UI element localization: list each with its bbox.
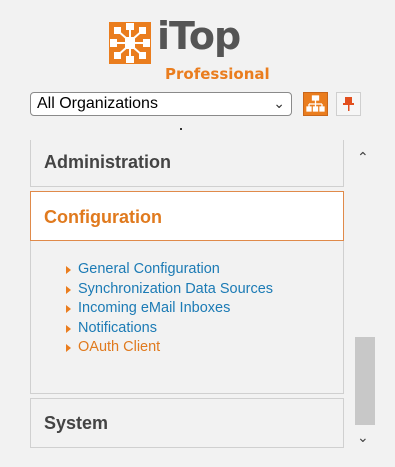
menu-item-synchronization-data-sources[interactable]: Synchronization Data Sources [66,280,274,301]
logo-edition: Professional [165,65,270,83]
pin-icon [343,97,354,111]
menu-item-incoming-email-inboxes[interactable]: Incoming eMail Inboxes [66,300,273,320]
itop-logo-icon [109,22,151,64]
scrollbar-thumb[interactable] [355,337,375,425]
menu-item-label: Synchronization Data Sources [78,280,274,297]
triangle-right-icon [66,324,71,333]
menu-item-oauth-client[interactable]: OAuth Client [66,339,273,359]
menu-group-administration[interactable]: Administration [30,140,344,187]
triangle-right-icon [66,305,71,313]
triangle-right-icon [66,285,71,294]
menu-item-notifications[interactable]: Notifications [66,319,273,340]
menu-item-label: OAuth Client [78,339,161,355]
menu-scrollbar[interactable]: ⌃ ⌄ [354,145,376,450]
separator-dot [180,128,182,130]
menu-item-general-configuration[interactable]: General Configuration [66,261,273,281]
logo-brand: iTop [157,14,241,58]
menu-group-label: Configuration [44,207,162,227]
navigation-menu: Administration Configuration General Con… [30,140,344,455]
pin-menu-button[interactable] [336,92,361,116]
org-chart-button[interactable] [303,92,328,116]
itop-logo: iTop Professional [109,14,270,88]
menu-group-label: System [44,413,109,433]
organization-select[interactable]: All Organizations ⌄ [30,92,292,116]
organization-select-value: All Organizations [37,95,158,112]
menu-item-label: General Configuration [78,261,220,277]
scroll-up-icon[interactable]: ⌃ [357,149,369,166]
configuration-items-panel: General Configuration Synchronization Da… [30,241,344,394]
menu-group-label: Administration [44,152,172,172]
triangle-right-icon [66,266,71,274]
configuration-item-list: General Configuration Synchronization Da… [66,261,274,359]
menu-group-configuration[interactable]: Configuration [30,191,344,241]
triangle-right-icon [66,344,71,352]
menu-item-label: Notifications [78,319,157,336]
menu-item-label: Incoming eMail Inboxes [78,300,231,316]
chevron-down-icon: ⌄ [273,95,285,111]
menu-group-system[interactable]: System [30,398,344,448]
scroll-down-icon[interactable]: ⌄ [357,429,369,446]
org-chart-icon [306,95,325,112]
